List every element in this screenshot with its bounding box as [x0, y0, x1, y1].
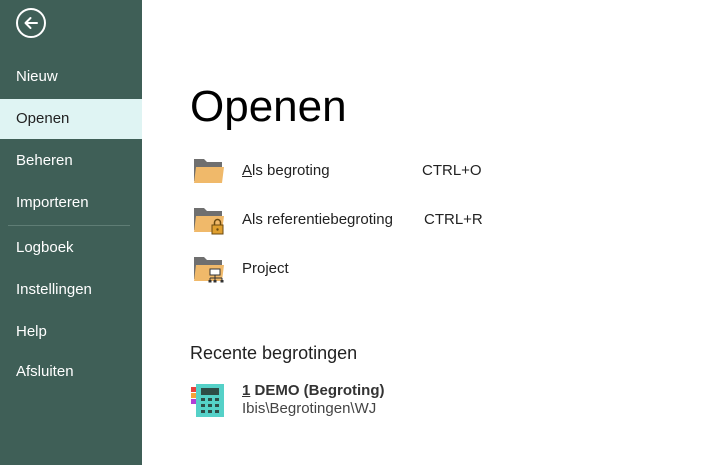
sidebar-item-openen[interactable]: Openen — [0, 99, 142, 139]
open-as-estimate-label: Als begroting — [242, 162, 330, 179]
recent-estimate-name: 1 DEMO (Begroting) — [242, 382, 385, 399]
open-as-estimate-hotkey: A — [242, 162, 253, 179]
folder-lock-icon — [194, 208, 224, 235]
sidebar-item-help[interactable]: Help — [0, 312, 142, 352]
recent-estimate-title: DEMO (Begroting) — [250, 382, 385, 399]
sidebar-item-importeren[interactable]: Importeren — [0, 183, 142, 223]
sidebar-item-beheren[interactable]: Beheren — [0, 141, 142, 181]
sidebar-item-afsluiten[interactable]: Afsluiten — [0, 352, 142, 392]
open-as-estimate-button[interactable]: Als begroting CTRL+O — [190, 153, 510, 189]
sidebar-item-instellingen[interactable]: Instellingen — [0, 270, 142, 310]
open-as-estimate-label-rest: ls begroting — [252, 162, 330, 179]
open-as-reference-estimate-label: Als referentiebegroting — [242, 211, 393, 228]
open-as-reference-estimate-shortcut: CTRL+R — [424, 211, 483, 228]
sidebar-item-logboek[interactable]: Logboek — [0, 228, 142, 268]
arrow-left-icon — [24, 17, 38, 29]
recent-estimates-heading: Recente begrotingen — [190, 343, 358, 363]
page-title: Openen — [190, 82, 347, 131]
folder-icon — [194, 159, 224, 183]
open-project-label: Project — [242, 260, 289, 277]
back-button[interactable] — [16, 8, 46, 38]
recent-estimate-path: Ibis\Begrotingen\WJ — [242, 400, 377, 417]
calculator-icon — [191, 384, 224, 417]
backstage-sidebar: Nieuw Openen Beheren Importeren Logboek … — [0, 0, 142, 465]
sidebar-item-nieuw[interactable]: Nieuw — [0, 57, 142, 97]
open-project-button[interactable]: Project — [190, 251, 510, 287]
recent-estimate-item[interactable]: 1 DEMO (Begroting) Ibis\Begrotingen\WJ — [190, 380, 450, 422]
open-as-reference-estimate-button[interactable]: Als referentiebegroting CTRL+R — [190, 202, 510, 238]
sidebar-divider — [8, 225, 130, 226]
folder-network-icon — [194, 257, 224, 283]
open-as-estimate-shortcut: CTRL+O — [422, 162, 482, 179]
